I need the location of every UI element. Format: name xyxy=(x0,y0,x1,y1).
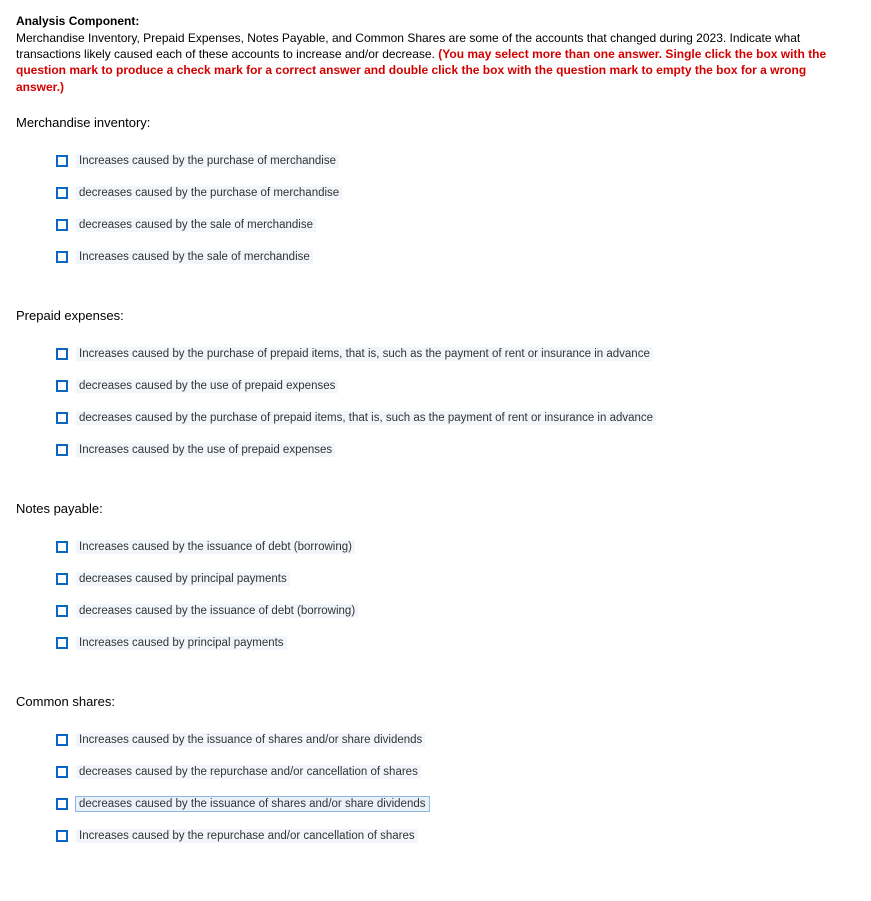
common-option-row: decreases caused by the issuance of shar… xyxy=(56,797,855,811)
option-label: decreases caused by the purchase of prep… xyxy=(76,411,656,425)
checkbox[interactable] xyxy=(56,637,68,649)
intro-paragraph: Merchandise Inventory, Prepaid Expenses,… xyxy=(16,30,855,95)
analysis-heading: Analysis Component: xyxy=(16,14,855,28)
checkbox[interactable] xyxy=(56,798,68,810)
checkbox[interactable] xyxy=(56,734,68,746)
option-label: Increases caused by the use of prepaid e… xyxy=(76,443,335,457)
checkbox[interactable] xyxy=(56,541,68,553)
checkbox[interactable] xyxy=(56,348,68,360)
notes-option-row: decreases caused by principal payments xyxy=(56,572,855,586)
checkbox[interactable] xyxy=(56,187,68,199)
section-label-merchandise: Merchandise inventory: xyxy=(16,115,855,130)
option-label: decreases caused by the purchase of merc… xyxy=(76,186,342,200)
option-label: decreases caused by the repurchase and/o… xyxy=(76,765,421,779)
option-label: Increases caused by the purchase of merc… xyxy=(76,154,339,168)
prepaid-options: Increases caused by the purchase of prep… xyxy=(56,347,855,457)
checkbox[interactable] xyxy=(56,380,68,392)
section-label-prepaid: Prepaid expenses: xyxy=(16,308,855,323)
merch-option-row: decreases caused by the sale of merchand… xyxy=(56,218,855,232)
section-label-common: Common shares: xyxy=(16,694,855,709)
checkbox[interactable] xyxy=(56,219,68,231)
checkbox[interactable] xyxy=(56,251,68,263)
common-option-row: Increases caused by the issuance of shar… xyxy=(56,733,855,747)
prepaid-option-row: Increases caused by the purchase of prep… xyxy=(56,347,855,361)
checkbox[interactable] xyxy=(56,155,68,167)
notes-option-row: Increases caused by the issuance of debt… xyxy=(56,540,855,554)
common-options: Increases caused by the issuance of shar… xyxy=(56,733,855,843)
merchandise-options: Increases caused by the purchase of merc… xyxy=(56,154,855,264)
merch-option-row: Increases caused by the purchase of merc… xyxy=(56,154,855,168)
option-label: decreases caused by the sale of merchand… xyxy=(76,218,316,232)
notes-option-row: Increases caused by principal payments xyxy=(56,636,855,650)
prepaid-option-row: decreases caused by the purchase of prep… xyxy=(56,411,855,425)
option-label: Increases caused by the purchase of prep… xyxy=(76,347,653,361)
option-label: decreases caused by principal payments xyxy=(76,572,290,586)
option-label: Increases caused by the issuance of shar… xyxy=(76,733,425,747)
option-label: Increases caused by principal payments xyxy=(76,636,287,650)
checkbox[interactable] xyxy=(56,412,68,424)
notes-option-row: decreases caused by the issuance of debt… xyxy=(56,604,855,618)
checkbox[interactable] xyxy=(56,766,68,778)
option-label: decreases caused by the use of prepaid e… xyxy=(76,379,338,393)
checkbox[interactable] xyxy=(56,573,68,585)
checkbox[interactable] xyxy=(56,605,68,617)
option-label: Increases caused by the repurchase and/o… xyxy=(76,829,418,843)
checkbox[interactable] xyxy=(56,444,68,456)
option-label: decreases caused by the issuance of shar… xyxy=(76,797,429,811)
merch-option-row: decreases caused by the purchase of merc… xyxy=(56,186,855,200)
notes-options: Increases caused by the issuance of debt… xyxy=(56,540,855,650)
common-option-row: Increases caused by the repurchase and/o… xyxy=(56,829,855,843)
option-label: Increases caused by the sale of merchand… xyxy=(76,250,313,264)
option-label: decreases caused by the issuance of debt… xyxy=(76,604,358,618)
prepaid-option-row: Increases caused by the use of prepaid e… xyxy=(56,443,855,457)
checkbox[interactable] xyxy=(56,830,68,842)
option-label: Increases caused by the issuance of debt… xyxy=(76,540,355,554)
section-label-notes: Notes payable: xyxy=(16,501,855,516)
prepaid-option-row: decreases caused by the use of prepaid e… xyxy=(56,379,855,393)
merch-option-row: Increases caused by the sale of merchand… xyxy=(56,250,855,264)
common-option-row: decreases caused by the repurchase and/o… xyxy=(56,765,855,779)
